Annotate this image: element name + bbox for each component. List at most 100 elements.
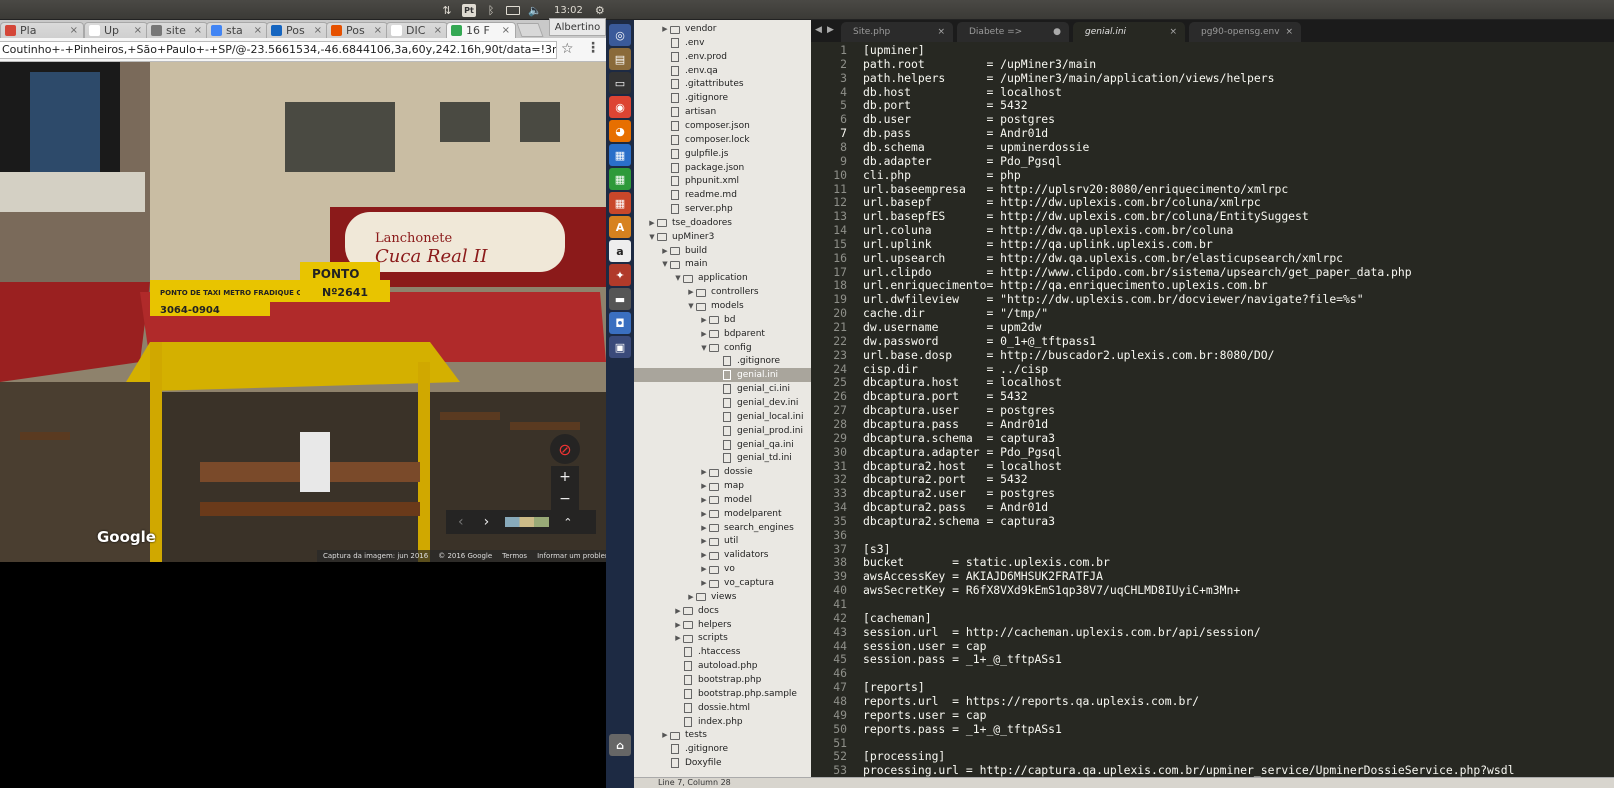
tree-file[interactable]: package.json (634, 161, 811, 175)
collapsed-arrow-icon[interactable]: ▶ (686, 593, 696, 601)
code-line[interactable]: 23 url.base.dosp = http://buscador2.uplex… (811, 348, 1614, 362)
tree-folder[interactable]: ▼ main (634, 257, 811, 271)
tab-close-icon[interactable]: × (134, 25, 142, 36)
tree-file[interactable]: dossie.html (634, 701, 811, 715)
code-line[interactable]: 38 bucket = static.uplexis.com.br (811, 555, 1614, 569)
browser-tab[interactable]: sta × (206, 22, 268, 38)
tree-file[interactable]: bootstrap.php (634, 673, 811, 687)
tree-file[interactable]: bootstrap.php.sample (634, 687, 811, 701)
tree-file[interactable]: .gitignore (634, 354, 811, 368)
tab-close-icon[interactable]: × (502, 25, 510, 36)
code-line[interactable]: 20 cache.dir = "/tmp/" (811, 306, 1614, 320)
tree-file[interactable]: .env.prod (634, 50, 811, 64)
tab-close-icon[interactable]: × (1285, 27, 1293, 37)
collapsed-arrow-icon[interactable]: ▶ (673, 634, 683, 642)
code-line[interactable]: 53 processing.url = http://captura.qa.upl… (811, 763, 1614, 777)
code-line[interactable]: 9 db.adapter = Pdo_Pgsql (811, 154, 1614, 168)
code-line[interactable]: 39 awsAccessKey = AKIAJD6MHSUK2FRATFJA (811, 569, 1614, 583)
tab-scroll-left-icon[interactable]: ◀ (815, 25, 822, 35)
tree-folder[interactable]: ▶ tests (634, 728, 811, 742)
expanded-arrow-icon[interactable]: ▼ (647, 233, 657, 241)
expand-thumbnails-icon[interactable]: ⌃ (563, 516, 572, 529)
tree-file[interactable]: genial_prod.ini (634, 424, 811, 438)
tree-folder[interactable]: ▶ util (634, 534, 811, 548)
code-line[interactable]: 26 dbcaptura.port = 5432 (811, 389, 1614, 403)
files-icon[interactable]: ▤ (609, 48, 631, 70)
code-line[interactable]: 45 session.pass = _1+_@_tftpASs1 (811, 652, 1614, 666)
code-line[interactable]: 35 dbcaptura2.schema = captura3 (811, 514, 1614, 528)
code-line[interactable]: 44 session.user = cap (811, 639, 1614, 653)
code-line[interactable]: 24 cisp.dir = ../cisp (811, 362, 1614, 376)
tab-close-icon[interactable]: × (70, 25, 78, 36)
code-line[interactable]: 31 dbcaptura2.host = localhost (811, 459, 1614, 473)
code-line[interactable]: 22 dw.password = 0_1+@_tftpass1 (811, 334, 1614, 348)
tree-file[interactable]: gulpfile.js (634, 147, 811, 161)
browser-tab[interactable]: Pos × (326, 22, 388, 38)
dash-icon[interactable]: ◎ (609, 24, 631, 46)
tree-file[interactable]: server.php (634, 202, 811, 216)
code-line[interactable]: 32 dbcaptura2.port = 5432 (811, 472, 1614, 486)
firefox-icon[interactable]: ◕ (609, 120, 631, 142)
street-view-panorama[interactable]: Lanchonete Cuca Real II PONTO DE TAXI ME… (0, 62, 606, 562)
clock[interactable]: 13:02 (554, 5, 583, 16)
editor-tab[interactable]: Diabete => ● (957, 22, 1069, 42)
tree-file[interactable]: autoload.php (634, 659, 811, 673)
tree-file[interactable]: .gitignore (634, 742, 811, 756)
zoom-out-button[interactable]: − (551, 488, 579, 510)
tree-file[interactable]: phpunit.xml (634, 174, 811, 188)
collapsed-arrow-icon[interactable]: ▶ (699, 482, 709, 490)
tree-file[interactable]: composer.json (634, 119, 811, 133)
tab-close-icon[interactable]: × (314, 25, 322, 36)
code-line[interactable]: 4 db.host = localhost (811, 85, 1614, 99)
browser-tab[interactable]: DIC × (386, 22, 448, 38)
code-line[interactable]: 47 [reports] (811, 680, 1614, 694)
tab-close-icon[interactable]: × (254, 25, 262, 36)
collapsed-arrow-icon[interactable]: ▶ (673, 621, 683, 629)
tree-file[interactable]: index.php (634, 715, 811, 729)
tree-folder[interactable]: ▶ validators (634, 548, 811, 562)
settings-gear-icon[interactable]: ⚙ (593, 3, 607, 17)
calc-icon[interactable]: ▦ (609, 168, 631, 190)
tree-folder[interactable]: ▶ vo_captura (634, 576, 811, 590)
code-line[interactable]: 25 dbcaptura.host = localhost (811, 375, 1614, 389)
code-line[interactable]: 29 dbcaptura.schema = captura3 (811, 431, 1614, 445)
tree-folder[interactable]: ▶ search_engines (634, 521, 811, 535)
browser-tab[interactable]: 16 F × (446, 22, 516, 38)
expanded-arrow-icon[interactable]: ▼ (686, 302, 696, 310)
collapsed-arrow-icon[interactable]: ▶ (660, 247, 670, 255)
impress-icon[interactable]: ▦ (609, 192, 631, 214)
code-line[interactable]: 18 url.enriquecimento= http://qa.enriquec… (811, 278, 1614, 292)
workspace-switcher-icon[interactable]: ▣ (609, 336, 631, 358)
tree-file[interactable]: artisan (634, 105, 811, 119)
code-line[interactable]: 34 dbcaptura2.pass = Andr01d (811, 500, 1614, 514)
tree-folder[interactable]: ▼ application (634, 271, 811, 285)
code-line[interactable]: 49 reports.user = cap (811, 708, 1614, 722)
code-line[interactable]: 48 reports.url = https://reports.qa.uplex… (811, 694, 1614, 708)
url-field[interactable]: Coutinho+-+Pinheiros,+São+Paulo+-+SP/@-2… (0, 41, 557, 59)
tree-folder[interactable]: ▶ bd (634, 313, 811, 327)
code-line[interactable]: 11 url.baseempresa = http://uplsrv20:8080… (811, 182, 1614, 196)
report-problem-link[interactable]: Informar um problema (537, 552, 606, 560)
text-editor-icon[interactable]: ▬ (609, 288, 631, 310)
terms-link[interactable]: Termos (502, 552, 527, 560)
expanded-arrow-icon[interactable]: ▼ (699, 344, 709, 352)
code-editor[interactable]: 1 [upminer] 2 path.root = /upMiner3/main 3 pa… (811, 42, 1614, 777)
tree-folder[interactable]: ▶ scripts (634, 631, 811, 645)
code-line[interactable]: 14 url.coluna = http://dw.qa.uplexis.com.… (811, 223, 1614, 237)
code-line[interactable]: 5 db.port = 5432 (811, 98, 1614, 112)
network-updown-icon[interactable]: ⇅ (440, 3, 454, 17)
tree-file[interactable]: genial_qa.ini (634, 438, 811, 452)
tree-file[interactable]: Doxyfile (634, 756, 811, 770)
collapsed-arrow-icon[interactable]: ▶ (699, 316, 709, 324)
profile-button[interactable]: Albertino (549, 18, 606, 36)
code-line[interactable]: 15 url.uplink = http://qa.uplink.uplexis.… (811, 237, 1614, 251)
browser-tab[interactable]: Pla × (0, 22, 84, 38)
collapsed-arrow-icon[interactable]: ▶ (686, 288, 696, 296)
tree-folder[interactable]: ▶ map (634, 479, 811, 493)
code-line[interactable]: 42 [cacheman] (811, 611, 1614, 625)
tab-close-icon[interactable]: × (937, 27, 945, 37)
collapsed-arrow-icon[interactable]: ▶ (699, 524, 709, 532)
tree-file[interactable]: .htaccess (634, 645, 811, 659)
code-line[interactable]: 1 [upminer] (811, 43, 1614, 57)
tree-file[interactable]: .env.qa (634, 64, 811, 78)
